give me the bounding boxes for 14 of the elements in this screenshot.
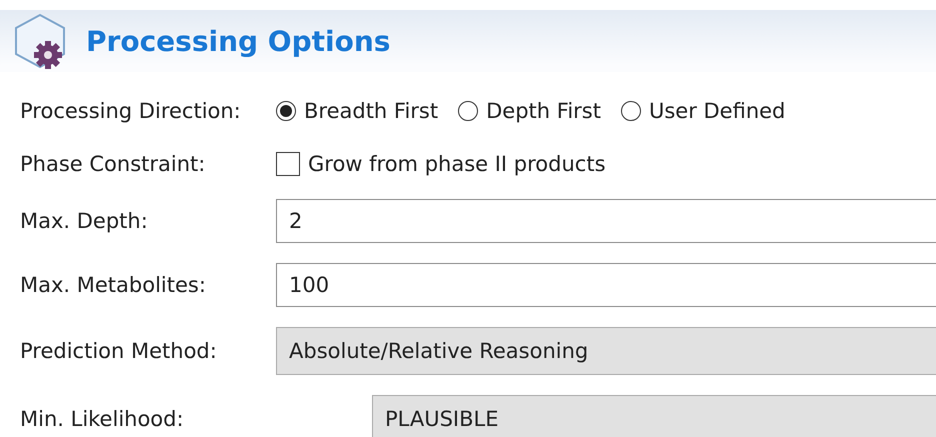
input-field[interactable]: 2 xyxy=(276,199,936,243)
input-field[interactable]: 100 xyxy=(276,263,936,307)
field-label: Min. Likelihood: xyxy=(20,407,185,431)
field-label: Max. Metabolites: xyxy=(20,273,207,297)
field-label: Processing Direction: xyxy=(20,99,242,123)
radio-option[interactable]: Depth First xyxy=(458,99,601,123)
field-label: Max. Depth: xyxy=(20,209,149,233)
checkbox-option[interactable]: Grow from phase II products xyxy=(276,152,606,176)
radio-option[interactable]: User Defined xyxy=(620,99,786,123)
radio-option[interactable]: Breadth First xyxy=(276,99,438,123)
panel-title: Processing Options xyxy=(86,24,390,58)
field-label: Prediction Method: xyxy=(20,339,218,363)
field-label: Phase Constraint: xyxy=(20,152,206,176)
gear-icon xyxy=(12,13,68,69)
